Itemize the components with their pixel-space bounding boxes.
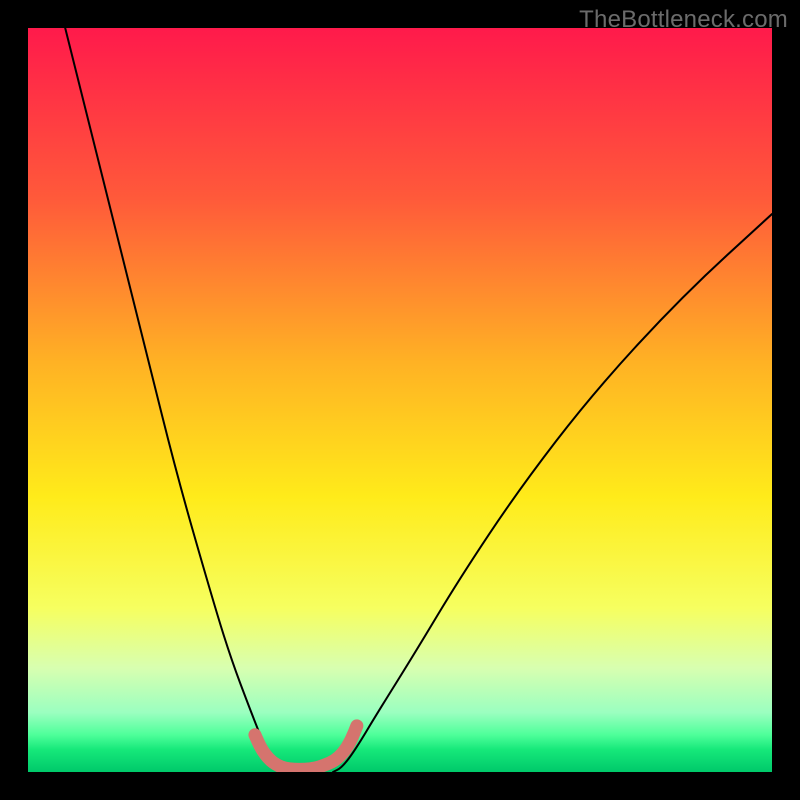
- left-curve: [65, 28, 288, 772]
- right-curve: [333, 214, 772, 772]
- curves-layer: [28, 28, 772, 772]
- chart-frame: TheBottleneck.com: [0, 0, 800, 800]
- floor-accent: [255, 726, 357, 770]
- watermark-text: TheBottleneck.com: [579, 6, 788, 34]
- plot-area: [28, 28, 772, 772]
